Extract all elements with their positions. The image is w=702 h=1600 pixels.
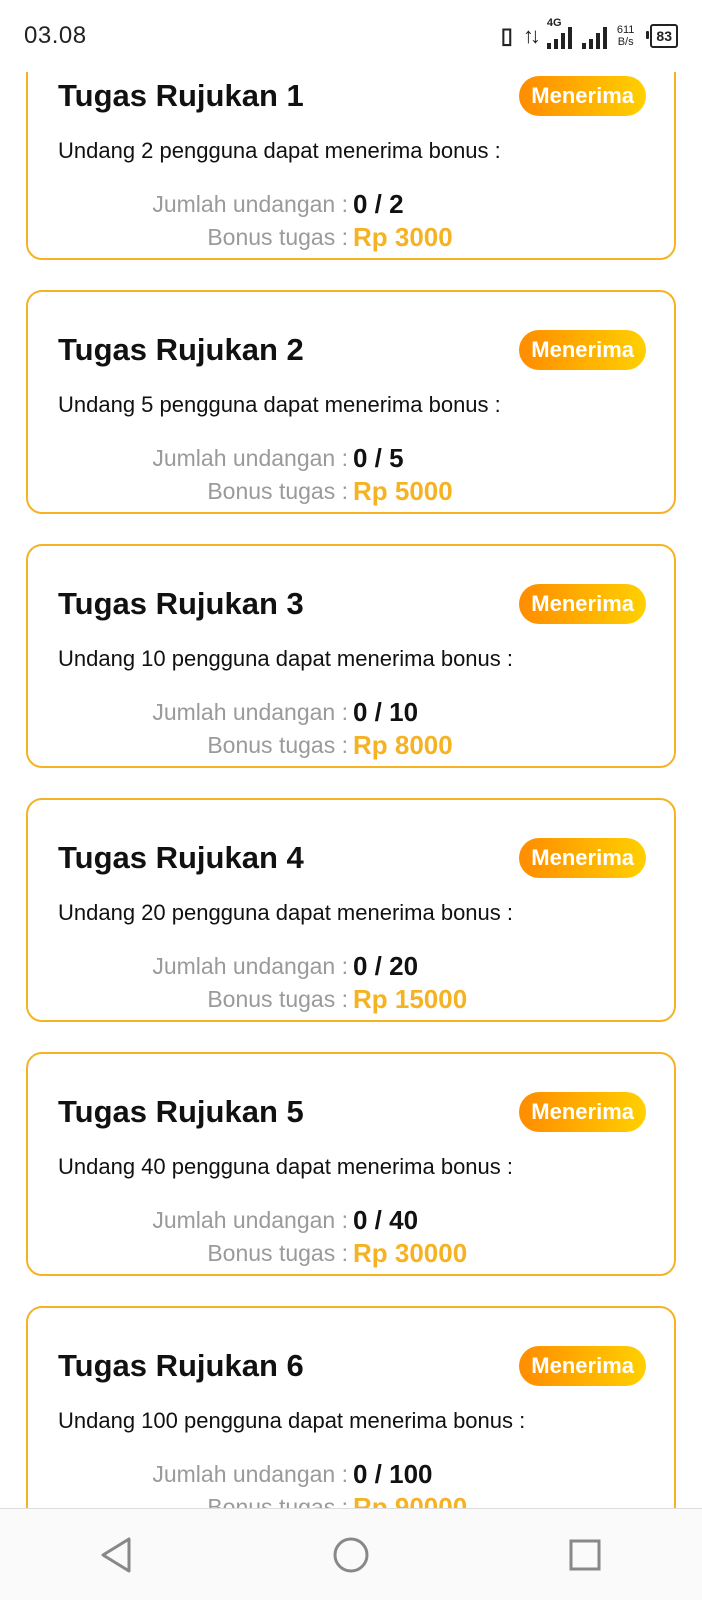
invites-label: Jumlah undangan : [152,1207,348,1233]
recents-button[interactable] [555,1525,615,1585]
bonus-label: Bonus tugas : [207,224,348,250]
bonus-value: Rp 8000 [353,730,453,760]
signal-icon [581,23,607,49]
task-card: Tugas Rujukan 3 Menerima Undang 10 pengg… [26,544,676,768]
task-description: Undang 2 pengguna dapat menerima bonus : [58,138,501,163]
task-list-container[interactable]: Tugas Rujukan 1 Menerima Undang 2 penggu… [0,72,702,1508]
network-speed-value: 611 [616,24,635,36]
task-title: Tugas Rujukan 4 [58,840,304,875]
bonus-value: Rp 3000 [353,222,453,252]
task-description: Undang 20 pengguna dapat menerima bonus … [58,900,514,925]
task-card: Tugas Rujukan 5 Menerima Undang 40 pengg… [26,1052,676,1276]
task-card: Tugas Rujukan 1 Menerima Undang 2 penggu… [26,72,676,260]
bonus-label: Bonus tugas : [207,1494,348,1508]
invites-label: Jumlah undangan : [152,953,348,979]
task-card: Tugas Rujukan 2 Menerima Undang 5 penggu… [26,290,676,514]
invites-label: Jumlah undangan : [152,445,348,471]
invites-value: 0 / 100 [353,1459,433,1489]
invites-value: 0 / 20 [353,951,419,981]
task-title: Tugas Rujukan 3 [58,586,304,621]
invites-value: 0 / 2 [353,189,404,219]
task-description: Undang 40 pengguna dapat menerima bonus … [58,1154,514,1179]
bonus-label: Bonus tugas : [207,732,348,758]
clock: 03.08 [24,22,87,49]
receive-button[interactable]: Menerima [519,838,646,878]
bonus-label: Bonus tugas : [207,478,348,504]
vibrate-icon: ▯ [500,23,513,48]
invites-label: Jumlah undangan : [152,1461,348,1487]
task-description: Undang 100 pengguna dapat menerima bonus… [58,1408,526,1433]
invites-value: 0 / 10 [353,697,419,727]
receive-button[interactable]: Menerima [519,330,646,370]
signal-4g-icon: 4G [546,17,572,49]
bonus-label: Bonus tugas : [207,1240,348,1266]
bonus-value: Rp 5000 [353,476,453,506]
data-transfer-icon: ↑↓ [522,23,541,48]
task-title: Tugas Rujukan 1 [58,78,304,113]
bonus-value: Rp 15000 [353,984,468,1014]
battery-icon: 83 [646,24,678,48]
receive-button[interactable]: Menerima [519,584,646,624]
circle-home-icon [333,1537,369,1572]
network-type: 4G [546,17,562,29]
triangle-back-icon [101,1537,131,1572]
navigation-bar [0,1508,702,1600]
network-speed-unit: B/s [617,36,634,48]
invites-value: 0 / 40 [353,1205,419,1235]
task-description: Undang 10 pengguna dapat menerima bonus … [58,646,514,671]
status-icons: ▯ ↑↓ 4G 611 B/s 83 [500,17,678,49]
square-recents-icon [569,1539,601,1570]
invites-label: Jumlah undangan : [152,699,348,725]
task-title: Tugas Rujukan 2 [58,332,304,367]
home-button[interactable] [321,1525,381,1585]
task-title: Tugas Rujukan 6 [58,1348,304,1383]
bonus-label: Bonus tugas : [207,986,348,1012]
back-button[interactable] [87,1525,147,1585]
task-title: Tugas Rujukan 5 [58,1094,304,1129]
bonus-value: Rp 90000 [353,1492,468,1508]
battery-level: 83 [656,28,672,44]
task-card: Tugas Rujukan 6 Menerima Undang 100 peng… [26,1306,676,1508]
receive-button[interactable]: Menerima [519,76,646,116]
receive-button[interactable]: Menerima [519,1346,646,1386]
task-list: Tugas Rujukan 1 Menerima Undang 2 penggu… [26,72,676,1508]
task-description: Undang 5 pengguna dapat menerima bonus : [58,392,501,417]
invites-value: 0 / 5 [353,443,404,473]
invites-label: Jumlah undangan : [152,191,348,217]
network-speed: 611 B/s [617,24,635,48]
task-card: Tugas Rujukan 4 Menerima Undang 20 pengg… [26,798,676,1022]
bonus-value: Rp 30000 [353,1238,468,1268]
receive-button[interactable]: Menerima [519,1092,646,1132]
status-bar: 03.08 ▯ ↑↓ 4G 611 B/s 83 [0,0,702,72]
